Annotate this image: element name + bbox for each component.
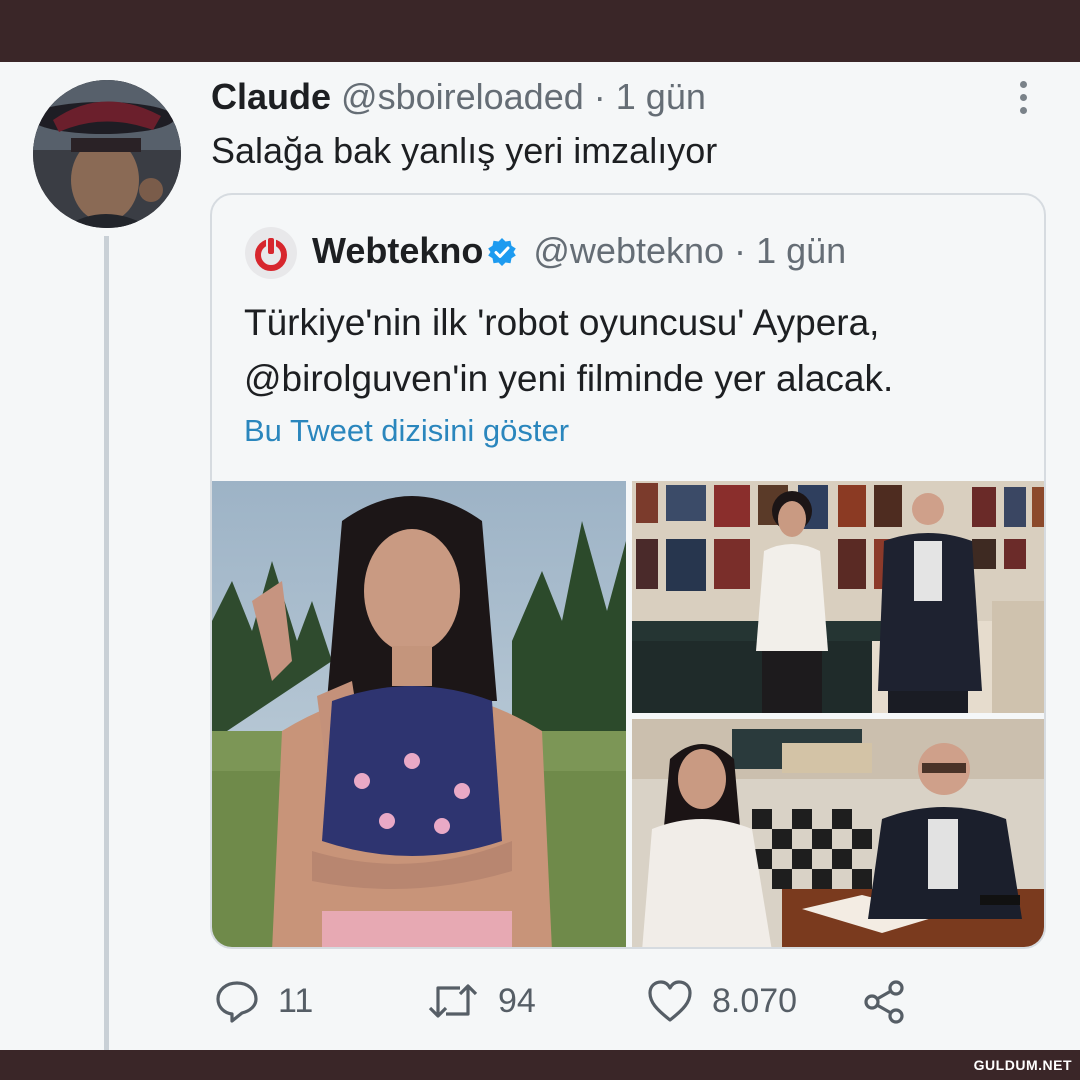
reply-icon bbox=[216, 981, 258, 1023]
reply-count: 11 bbox=[278, 981, 314, 1020]
media-image-contract-signing[interactable] bbox=[632, 719, 1044, 947]
separator: · bbox=[593, 76, 606, 117]
quoted-display-name[interactable]: Webtekno bbox=[312, 230, 483, 271]
avatar[interactable] bbox=[33, 80, 181, 228]
verified-badge-icon bbox=[487, 234, 517, 276]
reply-button[interactable]: 11 bbox=[214, 978, 313, 1024]
quoted-timestamp[interactable]: 1 gün bbox=[756, 230, 846, 271]
like-count: 8.070 bbox=[712, 981, 798, 1020]
more-menu-button[interactable] bbox=[1010, 78, 1036, 116]
site-watermark: GULDUM.NET bbox=[973, 1057, 1072, 1073]
more-vertical-icon bbox=[1019, 81, 1027, 88]
retweet-count: 94 bbox=[498, 981, 536, 1020]
retweet-button[interactable]: 94 bbox=[426, 978, 536, 1024]
quoted-header: Webtekno @webtekno · 1 gün bbox=[312, 230, 846, 276]
tweet-header: Claude @sboireloaded · 1 gün bbox=[211, 76, 706, 118]
media-image-robot-actress[interactable] bbox=[212, 481, 626, 947]
share-button[interactable] bbox=[860, 978, 908, 1026]
tweet-actions: 11 94 8.070 bbox=[210, 978, 1046, 1038]
media-image-office-standing[interactable] bbox=[632, 481, 1044, 713]
timestamp[interactable]: 1 gün bbox=[616, 76, 706, 117]
quoted-handle[interactable]: @webtekno bbox=[533, 230, 724, 271]
heart-icon bbox=[648, 980, 692, 1022]
display-name[interactable]: Claude bbox=[211, 76, 331, 117]
handle[interactable]: @sboireloaded bbox=[341, 76, 584, 117]
tweet-text: Salağa bak yanlış yeri imzalıyor bbox=[211, 130, 718, 171]
retweet-icon bbox=[428, 984, 478, 1018]
quoted-text: Türkiye'nin ilk 'robot oyuncusu' Aypera,… bbox=[244, 302, 894, 399]
top-frame-bar bbox=[0, 0, 1080, 62]
show-thread-link[interactable]: Bu Tweet dizisini göster bbox=[244, 413, 569, 449]
avatar-picture bbox=[33, 80, 181, 228]
thread-line bbox=[104, 236, 109, 1050]
quoted-tweet[interactable]: Webtekno @webtekno · 1 gün Türkiye'nin i… bbox=[210, 193, 1046, 949]
share-icon bbox=[864, 980, 904, 1024]
like-button[interactable]: 8.070 bbox=[646, 978, 797, 1024]
bottom-frame-bar bbox=[0, 1050, 1080, 1080]
quoted-media-grid bbox=[212, 481, 1044, 947]
power-logo-icon bbox=[245, 227, 297, 279]
quoted-separator: · bbox=[734, 230, 747, 271]
